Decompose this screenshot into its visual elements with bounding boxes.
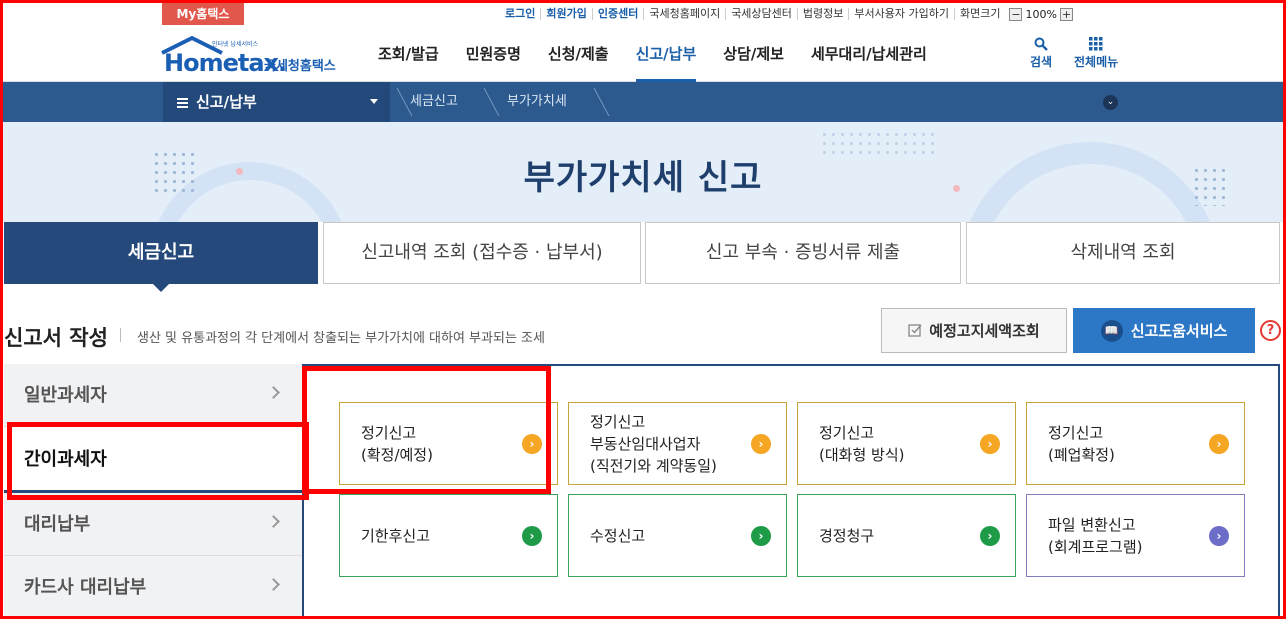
zoom-out-button[interactable]: − — [1009, 7, 1023, 21]
card-regular-report-closure[interactable]: 정기신고 (폐업확정) › — [1026, 402, 1245, 485]
help-question-icon[interactable]: ? — [1260, 320, 1281, 341]
section-divider — [120, 328, 121, 342]
arrow-right-icon: › — [751, 526, 771, 546]
card-regular-report-final[interactable]: 정기신고 (확정/예정) › — [339, 402, 558, 485]
tab-attachment-submit[interactable]: 신고 부속 · 증빙서류 제출 — [645, 222, 961, 284]
breadcrumb-tax-report[interactable]: 세금신고 — [410, 82, 458, 122]
location-bar: 신고/납부 세금신고 부가가치세 ⌄ — [0, 82, 1286, 122]
location-menu-label: 신고/납부 — [196, 93, 257, 111]
gnb-inquiry[interactable]: 조회/발급 — [378, 27, 439, 82]
section-description: 생산 및 유통과정의 각 단계에서 창출되는 부가가치에 대하여 부과되는 조세 — [137, 331, 545, 346]
card-regular-report-real-estate[interactable]: 정기신고 부동산임대사업자 (직전기와 계약동일) › — [568, 402, 787, 485]
breadcrumb-vat[interactable]: 부가가치세 — [507, 82, 567, 122]
search-label: 검색 — [1030, 55, 1053, 69]
gnb-tax-agent[interactable]: 세무대리/납세관리 — [811, 27, 927, 82]
logo-subtitle: 인터넷 납세서비스 — [212, 41, 259, 48]
tab-report-history[interactable]: 신고내역 조회 (접수증 · 납부서) — [323, 222, 641, 284]
all-menu-button[interactable]: 전체메뉴 — [1074, 37, 1118, 70]
card-label: 파일 변환신고 (회계프로그램) — [1048, 515, 1143, 556]
header: 인터넷 납세서비스 Hometax. 국세청홈택스 조회/발급 민원증명 신청/… — [0, 27, 1286, 82]
lnb-item-label: 대리납부 — [24, 514, 91, 535]
lnb-item-label: 카드사 대리납부 — [24, 577, 147, 598]
card-late-report[interactable]: 기한후신고 › — [339, 494, 558, 577]
card-amended-report[interactable]: 수정신고 › — [568, 494, 787, 577]
zoom-control: − 100% + — [1005, 7, 1073, 21]
nts-home-link[interactable]: 국세청홈페이지 — [643, 8, 725, 20]
notice-tax-inquiry-button[interactable]: 예정고지세액조회 — [881, 308, 1067, 353]
report-type-panel: 정기신고 (확정/예정) › 정기신고 부동산임대사업자 (직전기와 계약동일) › … — [302, 364, 1280, 619]
caret-down-icon — [370, 99, 378, 104]
report-help-service-label: 신고도움서비스 — [1130, 322, 1228, 340]
utility-links: 로그인 회원가입 인증센터 국세청홈페이지 국세상담센터 법령정보 부서사용자 … — [500, 6, 1073, 22]
tab-deleted-history[interactable]: 삭제내역 조회 — [966, 222, 1280, 284]
gnb-consult[interactable]: 상담/제보 — [723, 27, 784, 82]
lnb-item-general-taxpayer[interactable]: 일반과세자 — [4, 364, 302, 427]
arrow-right-icon: › — [980, 434, 1000, 454]
card-label: 정기신고 (대화형 방식) — [819, 423, 905, 464]
global-nav: 조회/발급 민원증명 신청/제출 신고/납부 상담/제보 세무대리/납세관리 — [378, 27, 954, 82]
lnb-item-label: 간이과세자 — [24, 449, 107, 470]
arrow-right-icon: › — [1209, 526, 1229, 546]
zoom-value: 100% — [1025, 7, 1057, 21]
location-menu-dropdown[interactable]: 신고/납부 — [163, 82, 390, 122]
chevron-down-icon[interactable]: ⌄ — [1103, 95, 1118, 110]
arrow-right-icon: › — [1209, 434, 1229, 454]
hamburger-icon — [177, 97, 188, 108]
notice-tax-inquiry-label: 예정고지세액조회 — [929, 322, 1040, 340]
law-info-link[interactable]: 법령정보 — [796, 8, 848, 20]
login-link[interactable]: 로그인 — [500, 8, 540, 20]
arrow-right-icon: › — [980, 526, 1000, 546]
checkbox-edit-icon — [908, 324, 922, 337]
consult-center-link[interactable]: 국세상담센터 — [725, 8, 797, 20]
book-icon: 📖 — [1100, 319, 1123, 342]
page-banner: 부가가치세 신고 — [0, 122, 1286, 222]
lnb-item-simplified-taxpayer[interactable]: 간이과세자 — [4, 428, 302, 493]
chevron-right-icon — [267, 515, 280, 528]
zoom-in-button[interactable]: + — [1059, 7, 1073, 21]
screen-size-label: 화면크기 — [953, 8, 1005, 20]
logo-korean-name: 국세청홈택스 — [264, 59, 336, 74]
utility-bar: My홈택스 로그인 회원가입 인증센터 국세청홈페이지 국세상담센터 법령정보 … — [0, 0, 1286, 27]
card-label: 정기신고 (폐업확정) — [1048, 423, 1115, 464]
gnb-report-pay[interactable]: 신고/납부 — [635, 27, 696, 82]
tab-bar: 세금신고 신고내역 조회 (접수증 · 납부서) 신고 부속 · 증빙서류 제출… — [0, 222, 1286, 292]
lnb-item-card-proxy-payment[interactable]: 카드사 대리납부 — [4, 556, 302, 619]
arrow-right-icon: › — [522, 526, 542, 546]
search-icon — [1034, 37, 1048, 51]
my-hometax-tab[interactable]: My홈택스 — [162, 3, 244, 25]
breadcrumb-separator — [580, 88, 610, 116]
hometax-logo[interactable]: 인터넷 납세서비스 Hometax. 국세청홈택스 — [160, 35, 350, 77]
card-file-conversion-report[interactable]: 파일 변환신고 (회계프로그램) › — [1026, 494, 1245, 577]
card-label: 수정신고 — [590, 526, 646, 545]
all-menu-label: 전체메뉴 — [1074, 55, 1119, 69]
lnb-item-proxy-payment[interactable]: 대리납부 — [4, 493, 302, 556]
signup-link[interactable]: 회원가입 — [540, 8, 591, 20]
card-label: 정기신고 부동산임대사업자 (직전기와 계약동일) — [590, 412, 717, 475]
search-button[interactable]: 검색 — [1030, 37, 1052, 70]
section-title: 신고서 작성 — [4, 326, 108, 350]
grid-menu-icon — [1089, 37, 1103, 51]
chevron-right-icon — [267, 578, 280, 591]
card-label: 정기신고 (확정/예정) — [361, 423, 433, 464]
dept-user-signup-link[interactable]: 부서사용자 가입하기 — [848, 8, 954, 20]
card-label: 기한후신고 — [361, 526, 431, 545]
gnb-apply[interactable]: 신청/제출 — [548, 27, 609, 82]
taxpayer-type-nav: 일반과세자 간이과세자 대리납부 카드사 대리납부 — [4, 364, 302, 619]
breadcrumb-separator — [470, 88, 500, 116]
cert-center-link[interactable]: 인증센터 — [591, 8, 643, 20]
card-correction-claim[interactable]: 경정청구 › — [797, 494, 1016, 577]
card-label: 경정청구 — [819, 526, 875, 545]
tab-tax-report[interactable]: 세금신고 — [4, 222, 318, 292]
card-regular-report-interactive[interactable]: 정기신고 (대화형 방식) › — [797, 402, 1016, 485]
arrow-right-icon: › — [751, 434, 771, 454]
report-help-service-button[interactable]: 📖 신고도움서비스 — [1073, 308, 1255, 353]
lnb-item-label: 일반과세자 — [24, 385, 107, 406]
gnb-civil-cert[interactable]: 민원증명 — [466, 27, 521, 82]
chevron-right-icon — [267, 386, 280, 399]
page-title: 부가가치세 신고 — [523, 158, 763, 198]
arrow-right-icon: › — [522, 434, 542, 454]
